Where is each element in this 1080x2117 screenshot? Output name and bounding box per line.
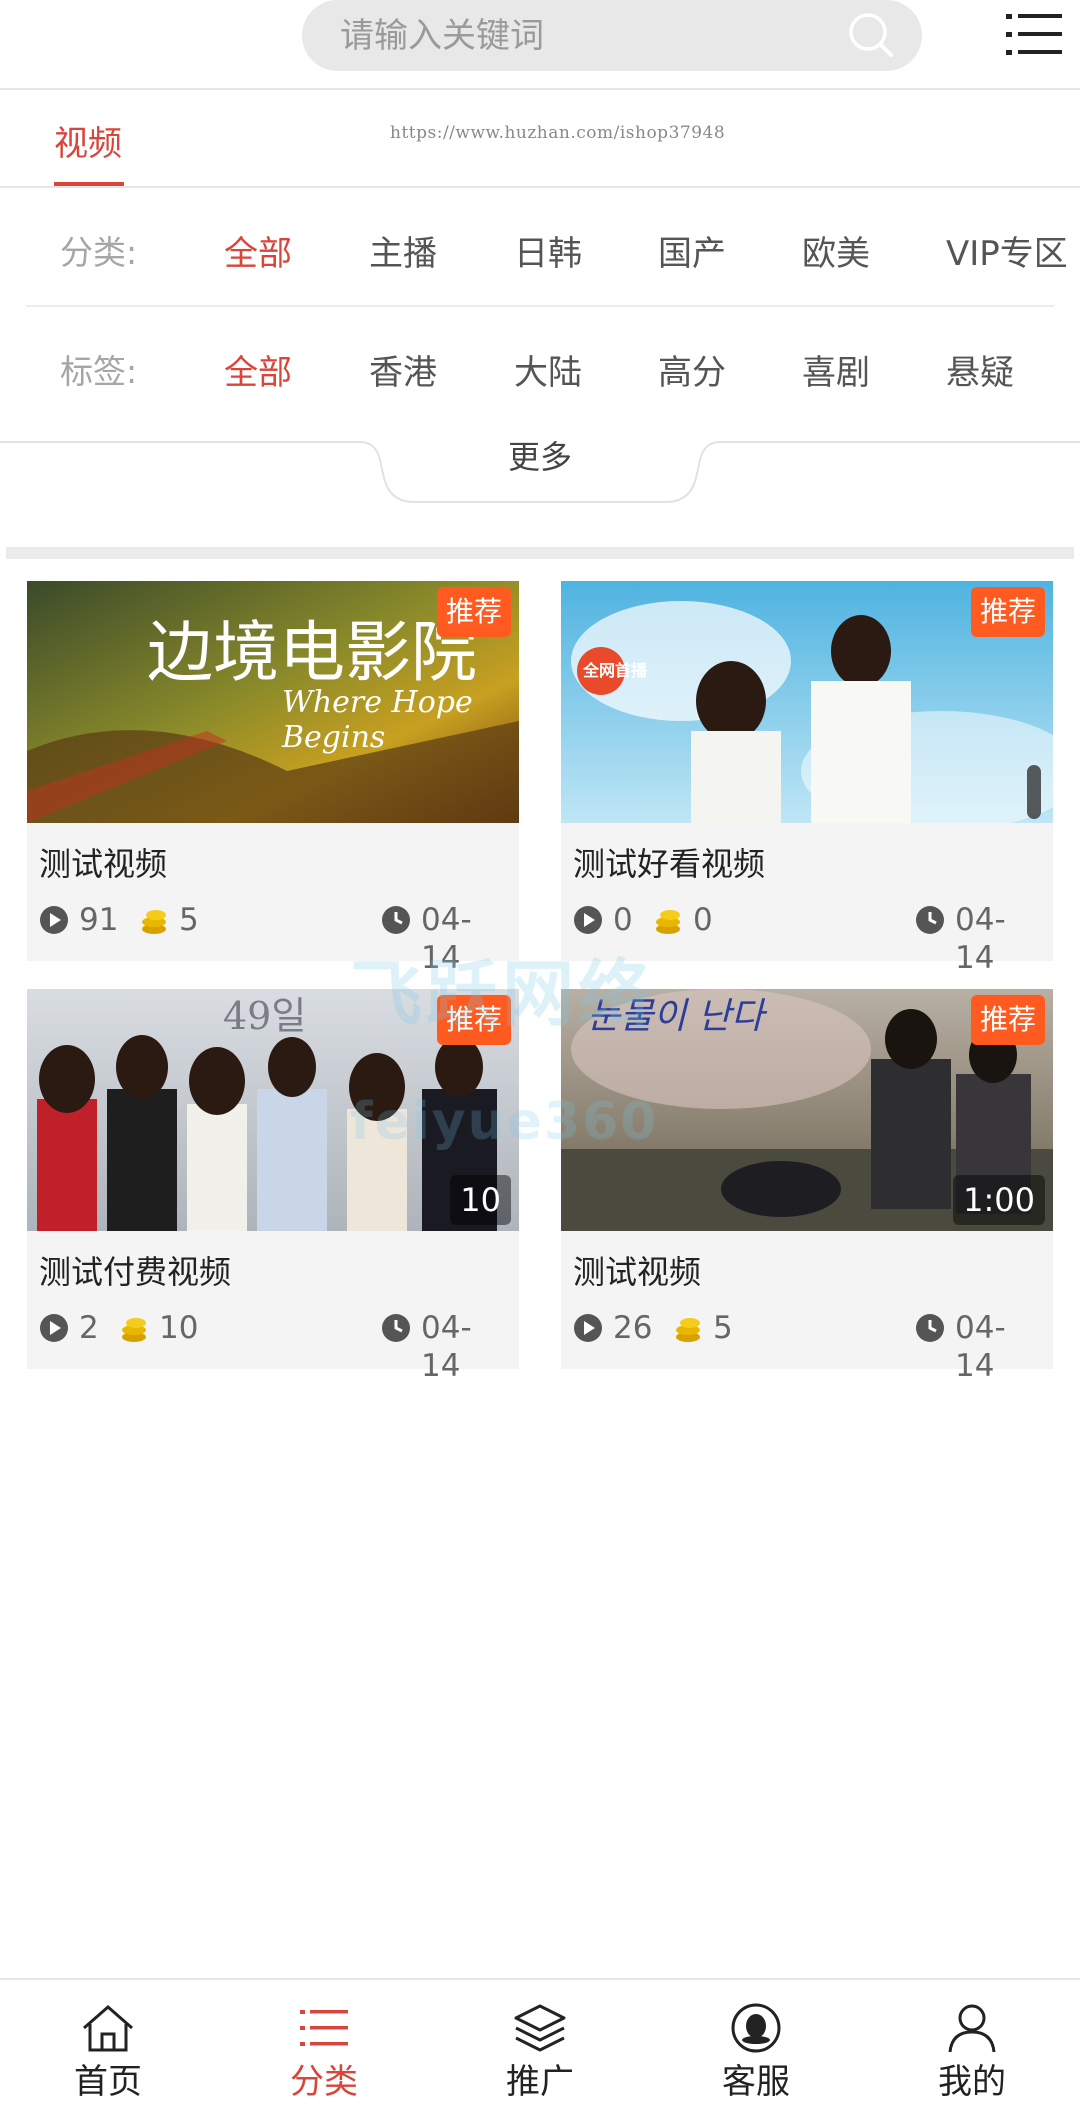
thumbnail-logo-text: 全网首播: [583, 661, 648, 680]
nav-category[interactable]: 分类: [216, 1980, 432, 2117]
tab-bar: 视频 https://www.huzhan.com/ishop37948: [0, 90, 1080, 187]
tag-filter: 标签: 全部 香港 大陆 高分 喜剧 悬疑: [0, 307, 1080, 425]
search-icon[interactable]: [846, 10, 896, 60]
shop-url-text: https://www.huzhan.com/ishop37948: [390, 123, 726, 143]
video-card[interactable]: 边境电影院 Where Hope Begins 推荐 测试视频 91 5 04-…: [27, 581, 519, 976]
video-meta: 26 5 04-14: [573, 1309, 1041, 1384]
recommended-badge: 推荐: [971, 995, 1045, 1045]
clock-icon: [382, 906, 410, 934]
play-count-icon: [574, 1314, 602, 1342]
section-separator: [6, 547, 1074, 559]
category-item-vip[interactable]: VIP专区: [946, 226, 1066, 275]
coin-count: 5: [179, 902, 199, 938]
coin-icon: [122, 1318, 146, 1342]
play-count-icon: [574, 906, 602, 934]
more-label[interactable]: 更多: [0, 432, 1080, 478]
layers-icon: [514, 2004, 566, 2052]
scroll-handle[interactable]: [1027, 765, 1041, 819]
nav-home[interactable]: 首页: [0, 1980, 216, 2117]
category-list-icon: [300, 2010, 348, 2046]
tag-item-suspense[interactable]: 悬疑: [946, 345, 1014, 394]
clock-icon: [916, 1314, 944, 1342]
nav-mine[interactable]: 我的: [864, 1980, 1080, 2117]
video-duration: 1:00: [953, 1175, 1045, 1225]
video-duration: 10: [450, 1175, 511, 1225]
clock-icon: [382, 1314, 410, 1342]
nav-promote-label: 推广: [506, 2062, 574, 2102]
video-title[interactable]: 测试付费视频: [39, 1247, 231, 1293]
more-toggle[interactable]: 更多: [0, 420, 1080, 510]
search-bar[interactable]: [302, 0, 922, 73]
category-item-all[interactable]: 全部: [224, 226, 292, 275]
watermark-text: 飞跃网络: [350, 952, 655, 1036]
watermark-subtext: feiyue360: [350, 1092, 659, 1152]
search-input[interactable]: [338, 0, 822, 73]
play-count-icon: [40, 906, 68, 934]
nav-customer-service[interactable]: 客服: [648, 1980, 864, 2117]
category-label: 分类:: [60, 233, 138, 272]
publish-date: 04-14: [421, 1310, 472, 1384]
coin-count: 10: [159, 1310, 199, 1346]
nav-mine-label: 我的: [938, 2062, 1006, 2102]
thumbnail-title-text: 边境电影院: [147, 614, 477, 691]
play-count: 0: [613, 902, 633, 938]
video-title[interactable]: 测试视频: [39, 839, 167, 885]
video-thumbnail[interactable]: 边境电影院 Where Hope Begins 推荐: [27, 581, 519, 823]
nav-category-label: 分类: [290, 2062, 358, 2102]
tab-video[interactable]: 视频: [54, 116, 122, 165]
tag-item-all[interactable]: 全部: [224, 345, 292, 394]
thumbnail-title-text: 49일: [223, 994, 307, 1038]
home-icon: [83, 2005, 133, 2052]
recommended-badge: 推荐: [437, 587, 511, 637]
play-count: 2: [79, 1310, 99, 1346]
video-title[interactable]: 测试视频: [573, 1247, 701, 1293]
play-count: 26: [613, 1310, 653, 1346]
tag-label: 标签:: [60, 352, 138, 391]
thumbnail-subtitle-text: Where Hope Begins: [282, 685, 473, 755]
category-item-domestic[interactable]: 国产: [658, 226, 726, 275]
tag-item-high-score[interactable]: 高分: [658, 345, 726, 394]
video-title[interactable]: 测试好看视频: [573, 839, 765, 885]
video-thumbnail[interactable]: 全网首播 推荐: [561, 581, 1053, 823]
tag-item-hongkong[interactable]: 香港: [369, 345, 437, 394]
tag-item-comedy[interactable]: 喜剧: [802, 345, 870, 394]
bottom-navigation: 首页 分类 推广 客服 我的: [0, 1978, 1080, 2117]
top-header: [0, 0, 1080, 88]
video-card[interactable]: 全网首播 推荐 测试好看视频 0 0 04-14: [561, 581, 1053, 976]
category-item-western[interactable]: 欧美: [802, 226, 870, 275]
publish-date: 04-14: [955, 902, 1006, 976]
menu-list-icon[interactable]: [1006, 8, 1062, 60]
category-item-anchor[interactable]: 主播: [369, 226, 437, 275]
nav-home-label: 首页: [74, 2062, 142, 2102]
video-meta: 2 10 04-14: [39, 1309, 507, 1384]
coin-icon: [676, 1318, 700, 1342]
customer-service-icon: [731, 2003, 781, 2053]
play-count-icon: [40, 1314, 68, 1342]
coin-count: 5: [713, 1310, 733, 1346]
coin-icon: [142, 910, 166, 934]
publish-date: 04-14: [955, 1310, 1006, 1384]
category-item-jpkr[interactable]: 日韩: [514, 226, 582, 275]
category-filter: 分类: 全部 主播 日韩 国产 欧美 VIP专区: [0, 188, 1080, 306]
play-count: 91: [79, 902, 119, 938]
clock-icon: [916, 906, 944, 934]
coin-count: 0: [693, 902, 713, 938]
recommended-badge: 推荐: [971, 587, 1045, 637]
coin-icon: [656, 910, 680, 934]
user-icon: [948, 2004, 996, 2053]
tag-item-mainland[interactable]: 大陆: [514, 345, 582, 394]
nav-customer-service-label: 客服: [722, 2062, 790, 2102]
video-card[interactable]: 49일 推荐 10 测试付费视频 2 10 04-14: [27, 989, 519, 1384]
nav-promote[interactable]: 推广: [432, 1980, 648, 2117]
video-card[interactable]: 눈물이 난다 推荐 1:00 测试视频 26 5 04-14: [561, 989, 1053, 1384]
